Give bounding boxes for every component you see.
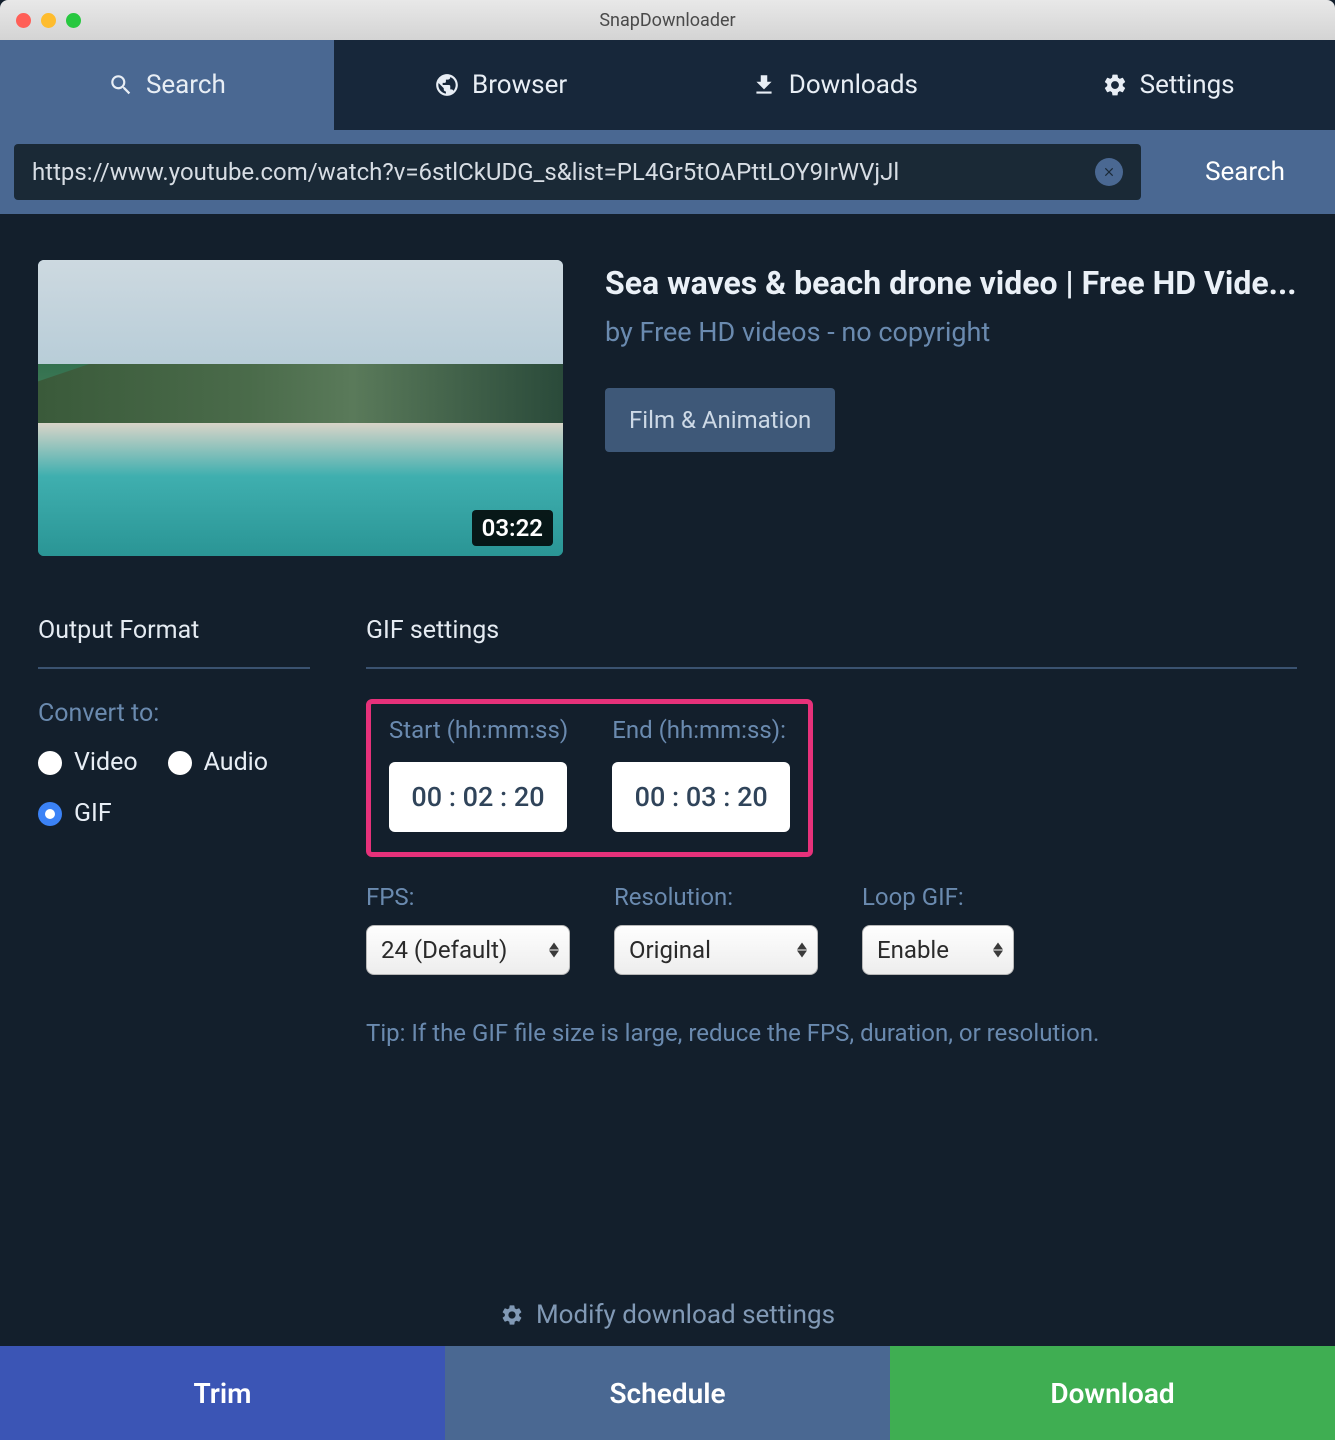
loop-group: Loop GIF: Enable — [862, 883, 1014, 975]
time-range-highlight: Start (hh:mm:ss) End (hh:mm:ss): — [366, 699, 813, 857]
modify-download-settings-link[interactable]: Modify download settings — [0, 1300, 1335, 1330]
fps-dropdown[interactable]: 24 (Default) — [366, 925, 570, 975]
tab-label: Downloads — [789, 70, 918, 100]
end-time-input[interactable] — [612, 762, 790, 832]
traffic-lights — [16, 13, 81, 28]
output-format-section: Output Format Convert to: Video Audio GI… — [38, 616, 310, 1047]
globe-icon — [434, 72, 460, 98]
radio-gif[interactable]: GIF — [38, 799, 112, 828]
main-tabs: Search Browser Downloads Settings — [0, 40, 1335, 130]
radio-video[interactable]: Video — [38, 748, 138, 777]
url-input[interactable] — [32, 158, 1095, 186]
radio-audio[interactable]: Audio — [168, 748, 268, 777]
video-meta: Sea waves & beach drone video | Free HD … — [605, 260, 1297, 556]
tip-text: Tip: If the GIF file size is large, redu… — [366, 1019, 1297, 1047]
chevron-updown-icon — [549, 943, 559, 958]
end-label: End (hh:mm:ss): — [612, 716, 790, 744]
main-content: 03:22 Sea waves & beach drone video | Fr… — [0, 214, 1335, 1047]
start-time-group: Start (hh:mm:ss) — [389, 716, 568, 832]
chevron-updown-icon — [797, 943, 807, 958]
resolution-group: Resolution: Original — [614, 883, 818, 975]
window-title: SnapDownloader — [599, 10, 735, 31]
radio-icon — [168, 751, 192, 775]
end-time-group: End (hh:mm:ss): — [612, 716, 790, 832]
tab-label: Browser — [472, 70, 567, 100]
loop-label: Loop GIF: — [862, 883, 1014, 911]
tab-settings[interactable]: Settings — [1001, 40, 1335, 130]
tab-search[interactable]: Search — [0, 40, 334, 130]
radio-icon — [38, 751, 62, 775]
duration-badge: 03:22 — [472, 510, 553, 546]
clear-input-button[interactable] — [1095, 158, 1123, 186]
download-button[interactable]: Download — [890, 1346, 1335, 1440]
schedule-button[interactable]: Schedule — [445, 1346, 890, 1440]
resolution-label: Resolution: — [614, 883, 818, 911]
modify-link-label: Modify download settings — [536, 1300, 835, 1330]
minimize-window-button[interactable] — [41, 13, 56, 28]
start-label: Start (hh:mm:ss) — [389, 716, 568, 744]
gif-settings-section: GIF settings Start (hh:mm:ss) End (hh:mm… — [366, 616, 1297, 1047]
dropdowns-row: FPS: 24 (Default) Resolution: Original — [366, 883, 1297, 975]
video-info-row: 03:22 Sea waves & beach drone video | Fr… — [38, 260, 1297, 556]
settings-row: Output Format Convert to: Video Audio GI… — [38, 616, 1297, 1047]
maximize-window-button[interactable] — [66, 13, 81, 28]
resolution-dropdown[interactable]: Original — [614, 925, 818, 975]
dropdown-value: 24 (Default) — [381, 936, 507, 964]
video-author: by Free HD videos - no copyright — [605, 316, 1297, 348]
tab-downloads[interactable]: Downloads — [668, 40, 1002, 130]
output-format-heading: Output Format — [38, 616, 310, 669]
gif-settings-heading: GIF settings — [366, 616, 1297, 669]
radio-icon — [38, 802, 62, 826]
search-bar: Search — [0, 130, 1335, 214]
dropdown-value: Enable — [877, 936, 949, 964]
search-icon — [108, 72, 134, 98]
fps-group: FPS: 24 (Default) — [366, 883, 570, 975]
radio-label: GIF — [74, 799, 112, 828]
video-title: Sea waves & beach drone video | Free HD … — [605, 264, 1297, 302]
dropdown-value: Original — [629, 936, 711, 964]
close-icon — [1102, 165, 1116, 179]
tab-label: Search — [146, 70, 226, 100]
start-time-input[interactable] — [389, 762, 567, 832]
convert-to-label: Convert to: — [38, 699, 310, 728]
close-window-button[interactable] — [16, 13, 31, 28]
radio-label: Video — [74, 748, 138, 777]
format-radios: Video Audio GIF — [38, 748, 310, 828]
tab-browser[interactable]: Browser — [334, 40, 668, 130]
trim-button[interactable]: Trim — [0, 1346, 445, 1440]
loop-dropdown[interactable]: Enable — [862, 925, 1014, 975]
bottom-actions: Trim Schedule Download — [0, 1346, 1335, 1440]
gear-icon — [500, 1303, 524, 1327]
tab-label: Settings — [1140, 70, 1235, 100]
radio-label: Audio — [204, 748, 268, 777]
fps-label: FPS: — [366, 883, 570, 911]
download-icon — [751, 72, 777, 98]
chevron-updown-icon — [993, 943, 1003, 958]
titlebar: SnapDownloader — [0, 0, 1335, 40]
search-input-wrap — [14, 144, 1141, 200]
video-thumbnail[interactable]: 03:22 — [38, 260, 563, 556]
gear-icon — [1102, 72, 1128, 98]
category-badge: Film & Animation — [605, 388, 835, 452]
search-button[interactable]: Search — [1155, 144, 1335, 200]
